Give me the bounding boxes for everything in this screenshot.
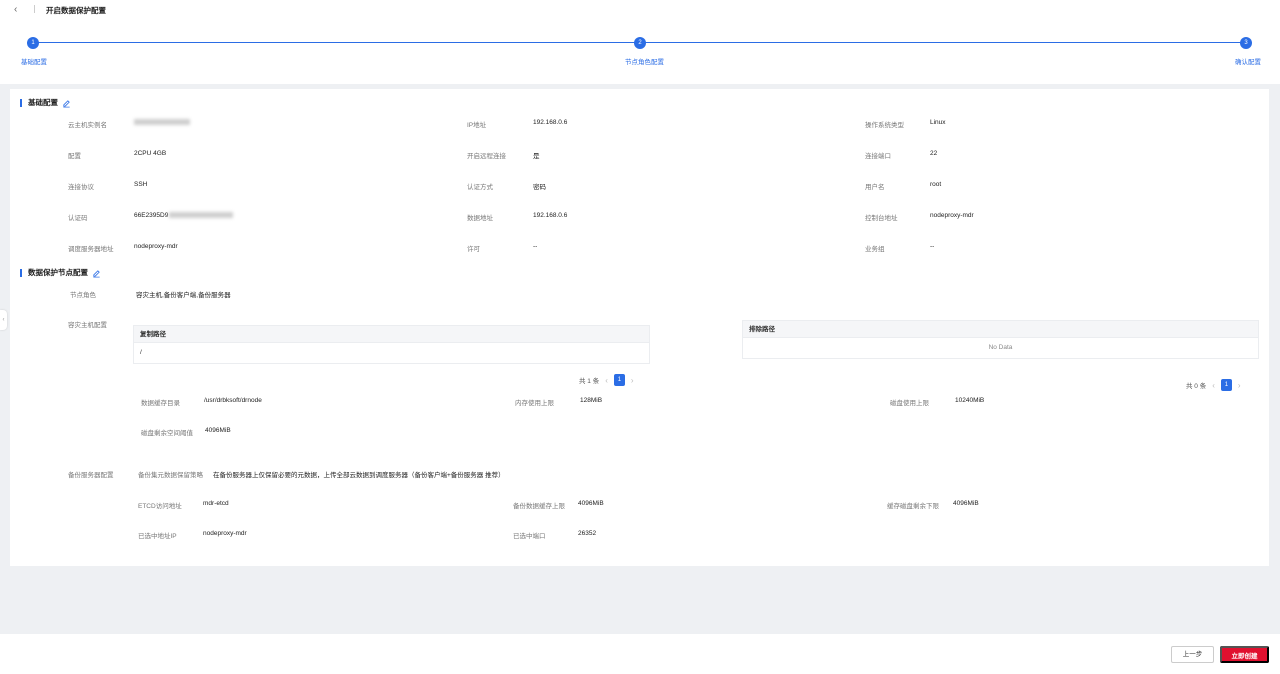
user-label: 用户名 <box>865 184 885 191</box>
step-3-dot: 3 <box>1240 37 1252 49</box>
cache-dir-value: /usr/drbksoft/drnode <box>204 397 262 404</box>
prev-page-icon[interactable]: ‹ <box>605 376 608 385</box>
page-number-button[interactable]: 1 <box>1220 379 1232 391</box>
backup-cache-value: 4096MiB <box>578 500 604 507</box>
instance-name-label: 云主机实例名 <box>68 122 107 129</box>
license-label: 许可 <box>467 246 480 253</box>
disk-free-label: 磁盘剩余空间阈值 <box>141 430 193 437</box>
disk-free-value: 4096MiB <box>205 427 231 434</box>
scheduler-value: nodeproxy-mdr <box>134 243 178 250</box>
step-1-dot: 1 <box>27 37 39 49</box>
console-value: nodeproxy-mdr <box>930 212 974 219</box>
etcd-value: mdr-etcd <box>203 500 229 507</box>
selected-addr-label: 已选中地址IP <box>138 533 177 540</box>
next-page-icon[interactable]: › <box>1238 381 1241 390</box>
next-page-icon[interactable]: › <box>631 376 634 385</box>
instance-name-value <box>134 119 190 126</box>
disk-limit-value: 10240MiB <box>955 397 985 404</box>
license-value: -- <box>533 243 538 250</box>
role-label: 节点角色 <box>70 292 96 299</box>
selected-port-value: 26352 <box>578 530 597 537</box>
os-label: 操作系统类型 <box>865 122 904 129</box>
data-addr-value: 192.168.0.6 <box>533 212 568 219</box>
basic-section-title: 基础配置 <box>20 99 58 107</box>
prev-page-icon[interactable]: ‹ <box>1212 381 1215 390</box>
prev-step-button[interactable]: 上一步 <box>1171 646 1214 663</box>
top-bar: ‹ 开启数据保护配置 1 基础配置 2 节点角色配置 3 确认配置 <box>0 0 1280 84</box>
port-value: 22 <box>930 150 938 157</box>
policy-label: 备份集元数据保留策略 <box>138 472 203 479</box>
collapse-handle[interactable]: ‹ <box>0 310 7 330</box>
step-1-label: 基础配置 <box>21 59 47 66</box>
auth-label: 认证方式 <box>467 184 493 191</box>
backup-cache-label: 备份数据缓存上限 <box>513 503 565 510</box>
role-value: 容灾主机,备份客户端,备份服务器 <box>136 292 231 299</box>
cache-dir-label: 数据缓存目录 <box>141 400 180 407</box>
copy-path-total: 共 1 条 <box>579 378 600 385</box>
redacted-authcode <box>169 212 234 219</box>
page-title: 开启数据保护配置 <box>46 6 106 15</box>
config-card: 基础配置 云主机实例名 IP地址 192.168.0.6 操作系统类型 Linu… <box>10 89 1269 566</box>
copy-path-table: 复制路径 / <box>133 325 650 364</box>
edit-node-icon[interactable] <box>92 269 101 278</box>
exclude-path-pager: 共 0 条 ‹ 1 › <box>1186 379 1241 391</box>
step-3-label: 确认配置 <box>1235 59 1261 66</box>
authcode-value: 66E2395D9 <box>134 212 234 219</box>
page-number-button[interactable]: 1 <box>613 374 625 386</box>
scheduler-label: 调度服务器地址 <box>68 246 114 253</box>
os-value: Linux <box>930 119 946 126</box>
exclude-path-header: 排除路径 <box>743 321 1258 338</box>
exclude-path-total: 共 0 条 <box>1186 383 1207 390</box>
remote-value: 是 <box>533 153 540 160</box>
cache-disk-label: 缓存磁盘剩余下限 <box>887 503 939 510</box>
title-divider <box>34 5 35 13</box>
auth-value: 密码 <box>533 184 546 191</box>
mem-limit-value: 128MiB <box>580 397 603 404</box>
authcode-label: 认证码 <box>68 215 88 222</box>
step-2-label: 节点角色配置 <box>625 59 664 66</box>
authcode-text: 66E2395D9 <box>134 212 169 219</box>
back-arrow-icon[interactable]: ‹ <box>14 4 17 15</box>
backup-config-label: 备份服务器配置 <box>68 472 114 479</box>
mem-limit-label: 内存使用上限 <box>515 400 554 407</box>
ip-value: 192.168.0.6 <box>533 119 568 126</box>
biz-value: -- <box>930 243 935 250</box>
ip-label: IP地址 <box>467 122 487 129</box>
selected-addr-value: nodeproxy-mdr <box>203 530 247 537</box>
exclude-path-empty: No Data <box>988 344 1013 351</box>
footer-bar <box>0 634 1280 674</box>
protocol-label: 连接协议 <box>68 184 94 191</box>
edit-basic-icon[interactable] <box>62 99 71 108</box>
step-2-dot: 2 <box>634 37 646 49</box>
data-addr-label: 数据地址 <box>467 215 493 222</box>
selected-port-label: 已选中端口 <box>513 533 546 540</box>
create-button[interactable]: 立即创建 <box>1220 646 1269 663</box>
biz-label: 业务组 <box>865 246 885 253</box>
table-row: / <box>140 349 142 356</box>
node-section-title: 数据保护节点配置 <box>20 269 88 277</box>
dr-config-label: 容灾主机配置 <box>68 322 107 329</box>
spec-label: 配置 <box>68 153 81 160</box>
cache-disk-value: 4096MiB <box>953 500 979 507</box>
remote-label: 开启远程连接 <box>467 153 506 160</box>
etcd-label: ETCD访问地址 <box>138 503 182 510</box>
policy-value: 在备份服务器上仅保留必要的元数据，上传全部云数据到调度服务器（备份客户端+备份服… <box>213 472 505 479</box>
console-label: 控制台地址 <box>865 215 898 222</box>
disk-limit-label: 磁盘使用上限 <box>890 400 929 407</box>
exclude-path-table: 排除路径 No Data <box>742 320 1259 359</box>
protocol-value: SSH <box>134 181 148 188</box>
copy-path-pager: 共 1 条 ‹ 1 › <box>579 374 634 386</box>
port-label: 连接端口 <box>865 153 891 160</box>
copy-path-header: 复制路径 <box>134 326 649 343</box>
user-value: root <box>930 181 942 188</box>
redacted-instance-name <box>134 119 190 126</box>
spec-value: 2CPU 4GB <box>134 150 167 157</box>
